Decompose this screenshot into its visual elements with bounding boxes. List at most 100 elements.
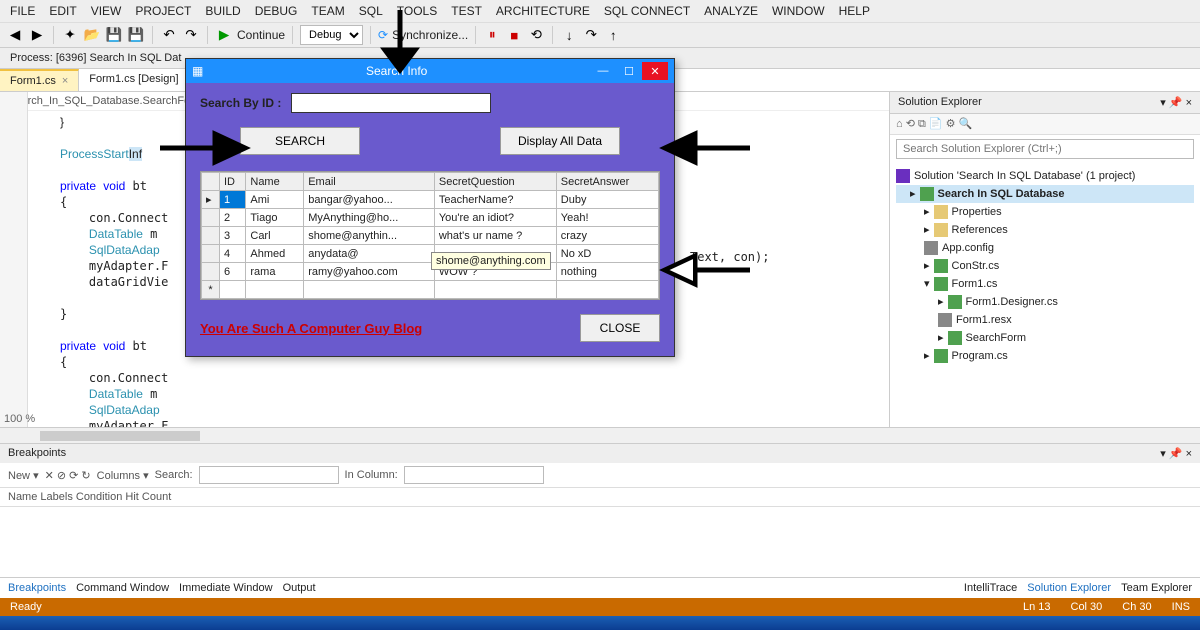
pause-icon[interactable]: ⏸ bbox=[483, 26, 501, 44]
table-row-new[interactable]: * bbox=[202, 281, 659, 299]
search-info-dialog: ▦ Search Info — ☐ ✕ Search By ID : SEARC… bbox=[185, 58, 675, 357]
project-node[interactable]: Search In SQL Database bbox=[938, 185, 1065, 203]
tree-properties[interactable]: Properties bbox=[952, 203, 1002, 221]
status-ins: INS bbox=[1172, 601, 1190, 613]
col-name[interactable]: Name bbox=[246, 173, 304, 191]
tab-label: Form1.cs bbox=[10, 75, 56, 87]
menu-architecture[interactable]: ARCHITECTURE bbox=[496, 4, 590, 18]
config-combo[interactable]: Debug bbox=[300, 25, 363, 45]
menu-analyze[interactable]: ANALYZE bbox=[704, 4, 758, 18]
table-row[interactable]: ▸1Amibangar@yahoo...TeacherName?Duby bbox=[202, 191, 659, 209]
tree-searchform[interactable]: SearchForm bbox=[966, 329, 1027, 347]
tree-form1resx[interactable]: Form1.resx bbox=[956, 311, 1012, 329]
menu-view[interactable]: VIEW bbox=[91, 4, 122, 18]
table-row[interactable]: 2TiagoMyAnything@ho...You're an idiot?Ye… bbox=[202, 209, 659, 227]
new-icon[interactable]: ✦ bbox=[61, 26, 79, 44]
tab-form1-design[interactable]: Form1.cs [Design] bbox=[79, 69, 189, 91]
menu-edit[interactable]: EDIT bbox=[49, 4, 76, 18]
undo-icon[interactable]: ↶ bbox=[160, 26, 178, 44]
nav-back-icon[interactable]: ◀ bbox=[6, 26, 24, 44]
annotation-arrow-left2 bbox=[660, 252, 750, 291]
minimize-button[interactable]: — bbox=[590, 62, 616, 80]
annotation-arrow-right bbox=[160, 130, 250, 169]
bt-output[interactable]: Output bbox=[283, 582, 316, 594]
menu-help[interactable]: HELP bbox=[839, 4, 870, 18]
maximize-button[interactable]: ☐ bbox=[616, 62, 642, 80]
display-all-button[interactable]: Display All Data bbox=[500, 127, 620, 155]
close-button[interactable]: ✕ bbox=[642, 62, 668, 80]
annotation-arrow-down bbox=[380, 10, 420, 83]
col-id[interactable]: ID bbox=[220, 173, 246, 191]
close-icon[interactable]: × bbox=[62, 75, 68, 87]
menu-sqlconnect[interactable]: SQL CONNECT bbox=[604, 4, 690, 18]
menu-project[interactable]: PROJECT bbox=[135, 4, 191, 18]
cs-icon bbox=[934, 259, 948, 273]
explorer-toolbar[interactable]: ⌂ ⟲ ⧉ 📄 ⚙ 🔍 bbox=[890, 114, 1200, 135]
menu-build[interactable]: BUILD bbox=[205, 4, 240, 18]
continue-label: Continue bbox=[237, 28, 285, 42]
dialog-close-button[interactable]: CLOSE bbox=[580, 314, 660, 342]
config-icon bbox=[924, 241, 938, 255]
step-into-icon[interactable]: ↓ bbox=[560, 26, 578, 44]
tree-references[interactable]: References bbox=[952, 221, 1008, 239]
table-row[interactable]: 4Ahmedanydata@No xD bbox=[202, 245, 659, 263]
tree-appconfig[interactable]: App.config bbox=[942, 239, 994, 257]
menu-debug[interactable]: DEBUG bbox=[255, 4, 298, 18]
bp-body bbox=[0, 507, 1200, 577]
stop-icon[interactable]: ■ bbox=[505, 26, 523, 44]
search-button[interactable]: SEARCH bbox=[240, 127, 360, 155]
bt-command[interactable]: Command Window bbox=[76, 582, 169, 594]
bt-intellitrace[interactable]: IntelliTrace bbox=[964, 582, 1017, 594]
table-row[interactable]: 6ramaramy@yahoo.comWOW ?nothing bbox=[202, 263, 659, 281]
bp-columns[interactable]: Columns ▾ bbox=[97, 469, 149, 482]
menu-test[interactable]: TEST bbox=[451, 4, 482, 18]
cs-icon bbox=[934, 277, 948, 291]
tree-form1[interactable]: Form1.cs bbox=[952, 275, 998, 293]
tree-program[interactable]: Program.cs bbox=[952, 347, 1008, 365]
data-grid[interactable]: ID Name Email SecretQuestion SecretAnswe… bbox=[200, 171, 660, 300]
saveall-icon[interactable]: 💾 bbox=[127, 26, 145, 44]
pin-icon[interactable]: ▾ 📌 × bbox=[1160, 96, 1192, 109]
step-out-icon[interactable]: ↑ bbox=[604, 26, 622, 44]
cs-icon bbox=[934, 349, 948, 363]
bp-search-input[interactable] bbox=[199, 466, 339, 484]
bp-incol-label: In Column: bbox=[345, 469, 398, 481]
menu-file[interactable]: FILE bbox=[10, 4, 35, 18]
bt-immediate[interactable]: Immediate Window bbox=[179, 582, 273, 594]
explorer-search[interactable] bbox=[896, 139, 1194, 159]
col-secreta[interactable]: SecretAnswer bbox=[556, 173, 658, 191]
bp-new[interactable]: New ▾ bbox=[8, 469, 39, 482]
main-toolbar: ◀ ▶ ✦ 📂 💾 💾 ↶ ↷ ▶ Continue Debug ⟳ Synch… bbox=[0, 22, 1200, 48]
bt-breakpoints[interactable]: Breakpoints bbox=[8, 582, 66, 594]
dialog-titlebar[interactable]: ▦ Search Info — ☐ ✕ bbox=[186, 59, 674, 83]
bt-teamexp[interactable]: Team Explorer bbox=[1121, 582, 1192, 594]
step-over-icon[interactable]: ↷ bbox=[582, 26, 600, 44]
zoom-level[interactable]: 100 % bbox=[4, 413, 35, 425]
nav-fwd-icon[interactable]: ▶ bbox=[28, 26, 46, 44]
table-row[interactable]: 3Carlshome@anythin...what's ur name ?cra… bbox=[202, 227, 659, 245]
bt-solexp[interactable]: Solution Explorer bbox=[1027, 582, 1111, 594]
search-id-input[interactable] bbox=[291, 93, 491, 113]
save-icon[interactable]: 💾 bbox=[105, 26, 123, 44]
solution-node[interactable]: Solution 'Search In SQL Database' (1 pro… bbox=[914, 167, 1135, 185]
resx-icon bbox=[938, 313, 952, 327]
panel-controls[interactable]: ▾ 📌 × bbox=[1160, 447, 1192, 460]
redo-icon[interactable]: ↷ bbox=[182, 26, 200, 44]
solution-tree[interactable]: Solution 'Search In SQL Database' (1 pro… bbox=[890, 163, 1200, 427]
menu-team[interactable]: TEAM bbox=[311, 4, 344, 18]
col-email[interactable]: Email bbox=[304, 173, 435, 191]
tab-form1-cs[interactable]: Form1.cs × bbox=[0, 69, 79, 91]
bottom-tabstrip: Breakpoints Command Window Immediate Win… bbox=[0, 577, 1200, 598]
open-icon[interactable]: 📂 bbox=[83, 26, 101, 44]
bp-incol-input[interactable] bbox=[404, 466, 544, 484]
editor-hscrollbar[interactable] bbox=[0, 427, 1200, 443]
tree-constr[interactable]: ConStr.cs bbox=[952, 257, 1000, 275]
tree-form1designer[interactable]: Form1.Designer.cs bbox=[966, 293, 1058, 311]
solution-icon bbox=[896, 169, 910, 183]
menu-window[interactable]: WINDOW bbox=[772, 4, 825, 18]
blog-link[interactable]: You Are Such A Computer Guy Blog bbox=[200, 321, 422, 336]
taskbar[interactable] bbox=[0, 616, 1200, 630]
continue-icon[interactable]: ▶ bbox=[215, 26, 233, 44]
col-secretq[interactable]: SecretQuestion bbox=[434, 173, 556, 191]
restart-icon[interactable]: ⟲ bbox=[527, 26, 545, 44]
